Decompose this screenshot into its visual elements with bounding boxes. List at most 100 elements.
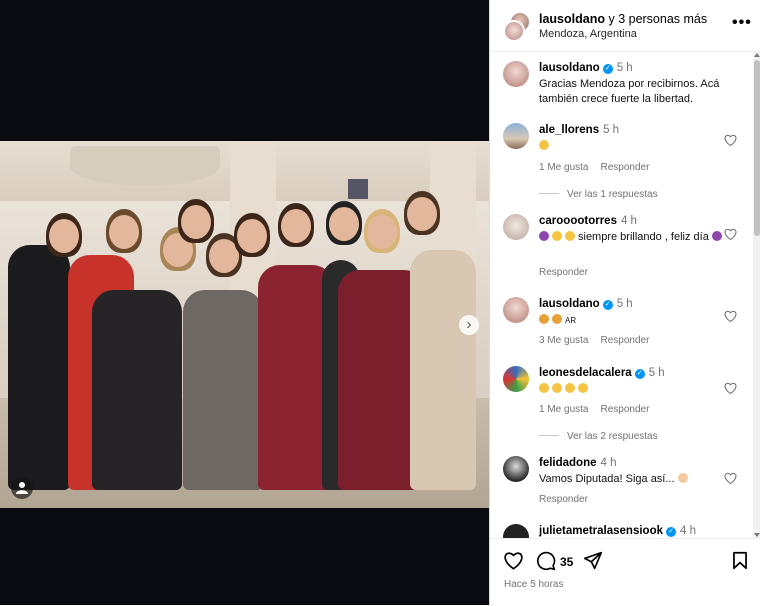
comment-time[interactable]: 5 h [603,124,619,136]
comment-count: 35 [560,555,574,569]
photo-planter [70,146,220,186]
photo-window [348,179,368,199]
clap-emoji-icon [539,140,549,150]
clap-emoji-icon [539,383,549,393]
comment-time[interactable]: 5 h [617,298,633,310]
avatar[interactable] [503,123,529,149]
comment-time[interactable]: 4 h [680,525,696,537]
chevron-right-icon: › [466,316,472,333]
tagged-people-button[interactable] [11,477,33,499]
view-replies-label[interactable]: Ver las 1 respuestas [567,189,658,200]
sparkles-emoji-icon [552,231,562,241]
avatar[interactable] [503,366,529,392]
photo-person [92,290,182,490]
photo-face [329,207,359,241]
comment-text: Vamos Diputada! Siga así... [539,472,729,487]
comment-time[interactable]: 5 h [649,367,665,379]
save-bookmark-icon[interactable] [732,551,748,570]
comment-username[interactable]: leonesdelacalera [539,367,632,379]
lion-emoji-icon [539,314,549,324]
comment-meta: 3 Me gusta Responder [539,335,649,346]
post-timestamp[interactable]: Hace 5 horas [504,579,563,590]
comment-username[interactable]: lausoldano [539,298,600,310]
scroll-up-arrow-icon[interactable] [754,53,760,57]
comment-header: leonesdelacalera ✓ 5 h [539,367,665,379]
comment-username[interactable]: carooootorres [539,215,617,227]
photo-face [181,205,211,239]
collaborators-link[interactable]: y 3 personas más [608,12,707,26]
comment-username[interactable]: julietametralasensiook [539,525,663,537]
comment-time[interactable]: 5 h [617,62,633,74]
avatar[interactable] [503,297,529,323]
reply-button[interactable]: Responder [600,404,649,415]
photo-person [410,250,476,490]
photo-face [237,219,267,253]
likes-count[interactable]: 1 Me gusta [539,162,588,173]
like-heart-icon[interactable] [724,382,737,394]
like-heart-icon[interactable] [724,472,737,484]
photo-person [183,290,263,490]
share-paper-plane-icon[interactable] [583,551,603,570]
next-image-button[interactable]: › [459,315,479,335]
like-heart-icon[interactable] [724,134,737,146]
post-authors: lausoldano y 3 personas más [539,12,707,26]
replies-divider [539,435,559,436]
user-icon [16,482,28,494]
post-photo[interactable] [0,141,489,508]
hands-emoji-icon [565,231,575,241]
avatar[interactable] [503,61,529,87]
photo-face [49,219,79,253]
comment-time[interactable]: 4 h [601,457,617,469]
comment-username[interactable]: ale_llorens [539,124,599,136]
reply-button[interactable]: Responder [600,162,649,173]
like-heart-icon[interactable] [503,551,524,570]
comment-header: carooootorres 4 h [539,215,637,227]
location-link[interactable]: Mendoza, Argentina [539,28,637,40]
likes-count[interactable]: 3 Me gusta [539,335,588,346]
comment-header: lausoldano ✓ 5 h [539,298,633,310]
comment-body: AR [565,316,577,325]
caption-text: Gracias Mendoza por recibirnos. Acá tamb… [539,78,720,105]
comments-scrollbar[interactable] [753,52,760,538]
view-replies-label[interactable]: Ver las 2 respuestas [567,431,658,442]
purple-heart-emoji-icon [539,231,549,241]
comment-body: Vamos Diputada! Siga así... [539,473,675,485]
reply-button[interactable]: Responder [539,494,588,505]
comment-meta: Responder [539,267,588,278]
media-pane: › [0,0,489,605]
verified-badge-icon: ✓ [602,64,613,74]
scroll-down-arrow-icon[interactable] [754,533,760,537]
photo-face [407,197,437,231]
comment-text [539,382,729,397]
comment-header: lausoldano ✓ 5 h [539,62,633,74]
avatar[interactable] [503,524,529,538]
clap-emoji-icon [578,383,588,393]
author-avatar[interactable] [503,20,525,42]
post-header: lausoldano y 3 personas más Mendoza, Arg… [490,0,760,52]
reply-button[interactable]: Responder [539,267,588,278]
comment-text: siempre brillando , feliz día [539,230,729,245]
comment-time[interactable]: 4 h [621,215,637,227]
comment-header: felidadone 4 h [539,457,617,469]
like-heart-icon[interactable] [724,310,737,322]
purple-heart-emoji-icon [711,231,722,241]
like-heart-icon[interactable] [724,228,737,240]
comment-username[interactable]: felidadone [539,457,597,469]
view-replies[interactable]: Ver las 1 respuestas [539,189,658,200]
avatar[interactable] [503,456,529,482]
comment-bubble-icon[interactable] [536,551,556,571]
comment-username[interactable]: lausoldano [539,62,600,74]
verified-badge-icon: ✓ [666,527,676,537]
more-options-icon[interactable]: ••• [732,14,752,32]
likes-count[interactable]: 1 Me gusta [539,404,588,415]
scrollbar-thumb[interactable] [754,60,760,236]
comment-meta: Responder [539,494,588,505]
reply-button[interactable]: Responder [600,335,649,346]
lion-emoji-icon [552,314,562,324]
view-replies[interactable]: Ver las 2 respuestas [539,431,658,442]
comment-text: AR [539,313,729,328]
comments-list: lausoldano ✓ 5 h Gracias Mendoza por recib… [490,52,752,538]
photo-person [8,245,70,490]
author-username[interactable]: lausoldano [539,12,605,26]
avatar[interactable] [503,214,529,240]
